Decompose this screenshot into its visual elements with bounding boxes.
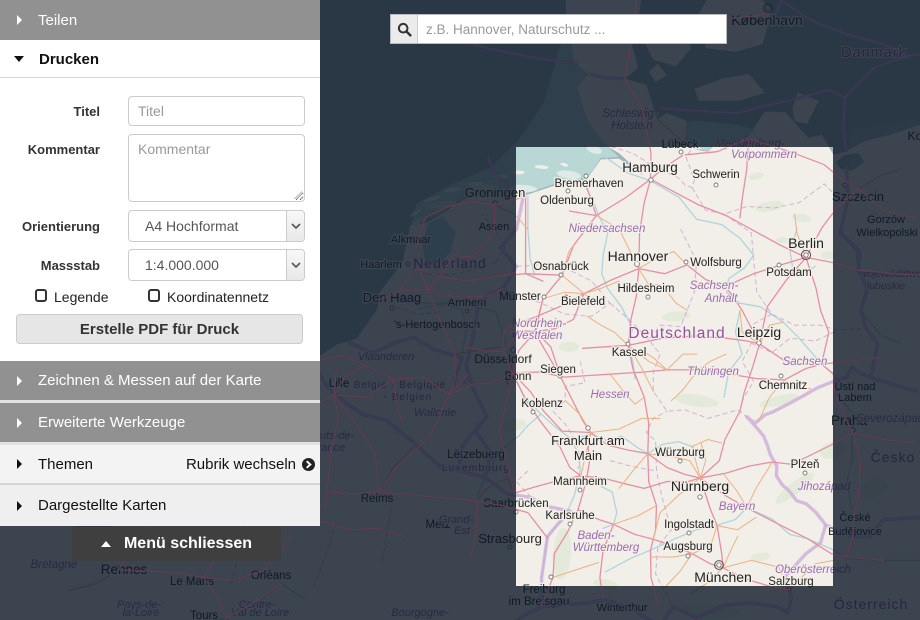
svg-text:Baden-: Baden- [577, 530, 614, 542]
svg-text:Luxembourg: Luxembourg [442, 462, 510, 474]
svg-text:Schwerin: Schwerin [692, 169, 739, 181]
svg-text:Oldenburg: Oldenburg [540, 195, 594, 207]
svg-text:Alkmaar: Alkmaar [391, 234, 432, 246]
svg-text:Bretagne: Bretagne [31, 559, 78, 571]
svg-text:Westfalen: Westfalen [512, 330, 563, 342]
svg-text:Reims: Reims [361, 493, 394, 505]
svg-text:Mecklenburg-: Mecklenburg- [715, 138, 785, 150]
svg-text:Assen: Assen [479, 221, 510, 233]
svg-text:Česko: Česko [871, 449, 916, 465]
svg-text:Labem: Labem [838, 392, 872, 404]
svg-text:Berlin: Berlin [788, 235, 824, 251]
svg-text:Oberösterreich: Oberösterreich [775, 564, 851, 576]
svg-text:Düsseldorf: Düsseldorf [474, 352, 532, 366]
svg-text:Lëtzebuerg: Lëtzebuerg [447, 449, 505, 461]
svg-text:Belgie - Belgique: Belgie - Belgique [354, 380, 447, 391]
svg-text:Ingolstadt: Ingolstadt [664, 519, 715, 531]
svg-text:Lille: Lille [329, 378, 349, 390]
svg-text:Schleswig-: Schleswig- [602, 108, 658, 120]
svg-text:Winterthur: Winterthur [597, 602, 648, 614]
svg-text:Deutschland: Deutschland [628, 325, 725, 342]
svg-text:Est: Est [454, 525, 471, 537]
svg-text:Tours: Tours [190, 610, 218, 620]
svg-text:Groningen: Groningen [465, 185, 526, 200]
svg-text:Vlaanderen: Vlaanderen [358, 351, 414, 363]
svg-text:München: München [694, 569, 752, 585]
svg-text:Siegen: Siegen [540, 364, 576, 376]
svg-text:'s-Hertogenbosch: 's-Hertogenbosch [394, 319, 480, 331]
svg-text:Österreich: Österreich [834, 595, 909, 612]
svg-text:Sachsen-: Sachsen- [690, 280, 739, 292]
svg-text:lubuskie: lubuskie [867, 280, 906, 292]
svg-text:Nederland: Nederland [413, 255, 487, 271]
svg-text:Leipzig: Leipzig [737, 324, 781, 340]
svg-text:Szczecin: Szczecin [832, 189, 884, 204]
svg-text:Mannheim: Mannheim [553, 476, 607, 488]
svg-text:Holstein: Holstein [611, 120, 653, 132]
svg-text:Hildesheim: Hildesheim [618, 283, 675, 295]
svg-text:Osnabrück: Osnabrück [533, 261, 589, 273]
svg-text:Orléans: Orléans [251, 570, 292, 582]
svg-text:Haarlem: Haarlem [360, 259, 402, 271]
svg-text:Hessen: Hessen [591, 389, 630, 401]
svg-text:Bremerhaven: Bremerhaven [554, 178, 623, 190]
svg-text:Freiburg: Freiburg [523, 584, 566, 596]
svg-text:Wolfsburg: Wolfsburg [690, 257, 742, 269]
svg-text:im Breisgau: im Breisgau [509, 596, 570, 608]
svg-text:Arnhem: Arnhem [448, 297, 487, 309]
svg-text:Hannover: Hannover [608, 248, 669, 264]
svg-text:Bourgogne-: Bourgogne- [391, 607, 449, 619]
svg-text:Würzburg: Würzburg [655, 447, 705, 459]
svg-text:Kassel: Kassel [612, 347, 647, 359]
svg-text:Lübeck: Lübeck [661, 139, 698, 151]
svg-text:Münster: Münster [499, 291, 541, 303]
svg-text:Chemnitz: Chemnitz [759, 380, 808, 392]
svg-text:Niedersachsen: Niedersachsen [569, 223, 646, 235]
svg-text:Nordrhein-: Nordrhein- [512, 318, 566, 330]
svg-text:Jihozápad: Jihozápad [797, 481, 851, 493]
svg-text:Sachsen: Sachsen [783, 356, 828, 368]
svg-text:Württemberg: Württemberg [573, 542, 640, 554]
svg-text:województwo: województwo [860, 268, 920, 280]
svg-text:Gorzów: Gorzów [867, 214, 905, 226]
svg-text:Bayern: Bayern [719, 501, 755, 513]
svg-text:Le Mans: Le Mans [170, 576, 214, 588]
svg-text:Potsdam: Potsdam [766, 267, 811, 279]
svg-text:Danmark: Danmark [841, 45, 907, 61]
svg-text:- Belgien: - Belgien [384, 392, 432, 403]
svg-text:Hamburg: Hamburg [622, 160, 678, 175]
svg-text:Strasbourg: Strasbourg [478, 531, 542, 546]
svg-text:Bonn: Bonn [505, 371, 532, 383]
svg-text:Bielefeld: Bielefeld [561, 296, 605, 308]
svg-text:Rennes: Rennes [101, 562, 148, 577]
svg-text:København: København [731, 12, 803, 28]
svg-text:Karlsruhe: Karlsruhe [545, 510, 594, 522]
svg-text:Den Haag: Den Haag [363, 290, 422, 305]
svg-text:Saarbrücken: Saarbrücken [483, 498, 548, 510]
svg-text:Main: Main [574, 448, 602, 463]
svg-text:Vorpommern: Vorpommern [731, 149, 797, 161]
svg-text:Kosz: Kosz [908, 129, 920, 143]
svg-text:Wallonie: Wallonie [414, 407, 456, 419]
svg-text:České: České [839, 511, 870, 524]
svg-text:Severozápad: Severozápad [856, 413, 920, 425]
svg-text:Plzeň: Plzeň [791, 459, 820, 471]
svg-text:Budějovice: Budějovice [828, 526, 882, 538]
svg-text:Val de Loire: Val de Loire [231, 607, 289, 619]
svg-text:la-Loire: la-Loire [123, 607, 160, 619]
svg-text:Salzburg: Salzburg [768, 576, 813, 588]
svg-text:Koblenz: Koblenz [521, 398, 563, 410]
svg-text:Augsburg: Augsburg [663, 541, 712, 553]
svg-text:Wielkopolski: Wielkopolski [856, 227, 917, 239]
svg-text:Nürnberg: Nürnberg [671, 478, 729, 494]
svg-text:Thüringen: Thüringen [687, 366, 739, 378]
svg-text:Anhalt: Anhalt [704, 293, 738, 305]
svg-text:Frankfurt am: Frankfurt am [551, 433, 625, 448]
